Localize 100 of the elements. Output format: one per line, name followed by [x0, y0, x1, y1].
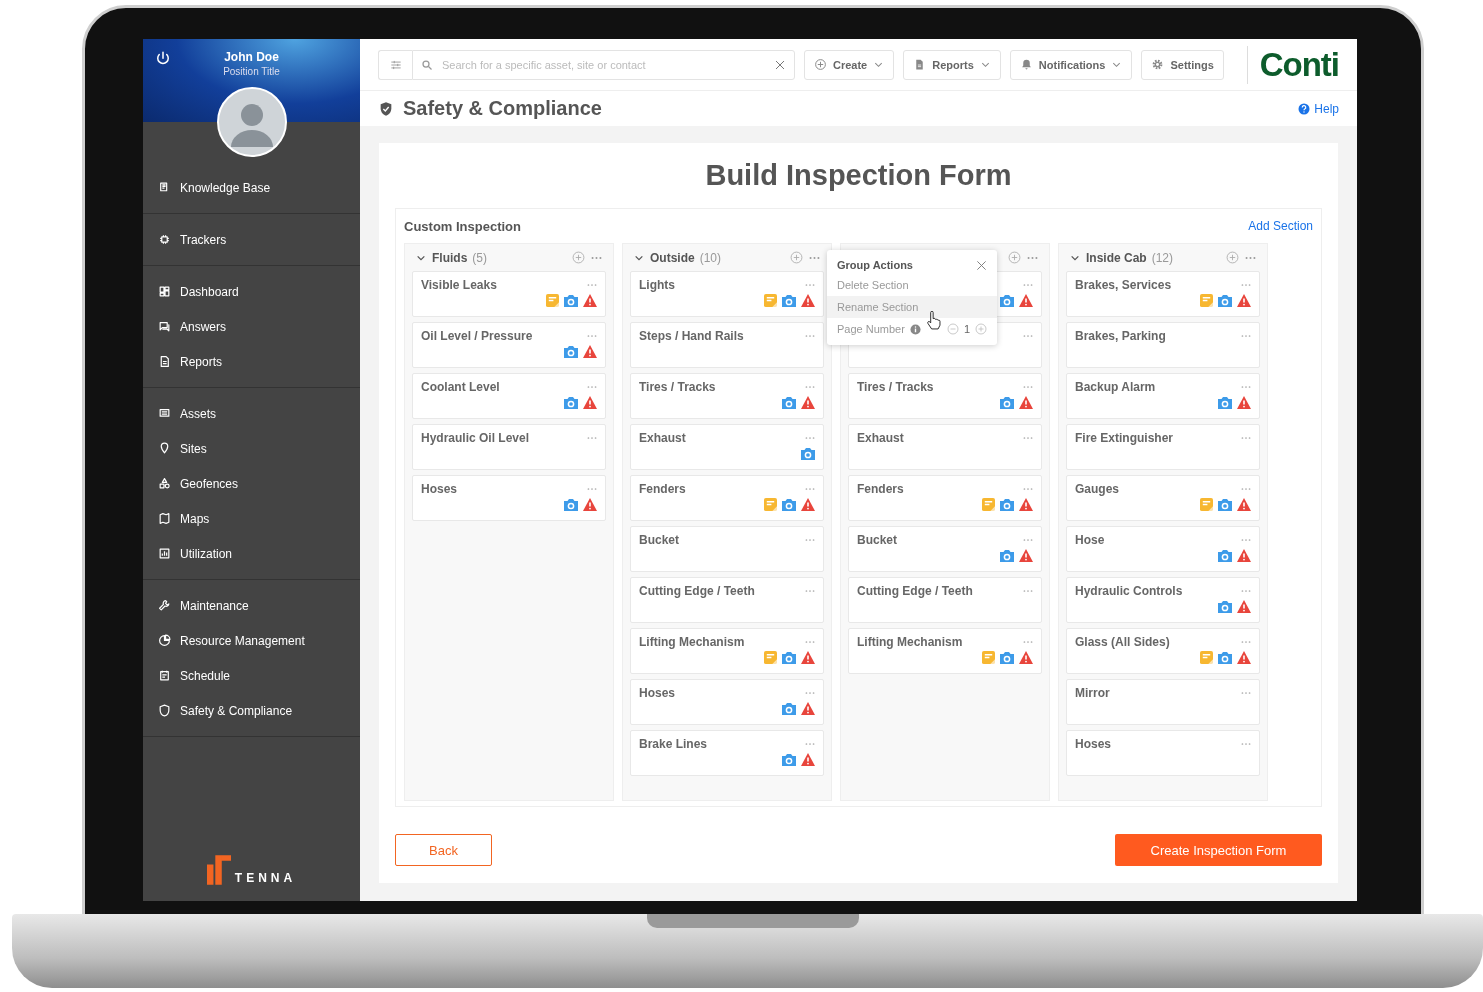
- more-icon[interactable]: [805, 487, 815, 491]
- inspection-item[interactable]: Brakes, Services: [1066, 271, 1260, 317]
- inspection-item[interactable]: Hydraulic Controls: [1066, 577, 1260, 623]
- nav-item[interactable]: Schedule: [143, 658, 360, 693]
- add-icon[interactable]: [790, 251, 803, 264]
- more-icon[interactable]: [1241, 385, 1251, 389]
- inspection-item[interactable]: Steps / Hand Rails: [630, 322, 824, 368]
- more-icon[interactable]: [1023, 589, 1033, 593]
- more-icon[interactable]: [805, 385, 815, 389]
- nav-item[interactable]: Geofences: [143, 466, 360, 501]
- inspection-item[interactable]: Fenders: [848, 475, 1042, 521]
- nav-item[interactable]: Dashboard: [143, 274, 360, 309]
- create-button[interactable]: Create Inspection Form: [1115, 834, 1322, 866]
- inspection-item[interactable]: Bucket: [630, 526, 824, 572]
- nav-item[interactable]: Assets: [143, 396, 360, 431]
- more-icon[interactable]: [1023, 334, 1033, 338]
- nav-item[interactable]: Trackers: [143, 222, 360, 257]
- more-icon[interactable]: [1027, 255, 1038, 260]
- more-icon[interactable]: [591, 255, 602, 260]
- inspection-item[interactable]: Hydraulic Oil Level: [412, 424, 606, 470]
- more-icon[interactable]: [1023, 487, 1033, 491]
- help-link[interactable]: Help: [1298, 101, 1339, 116]
- popup-action[interactable]: Delete Section: [827, 274, 997, 296]
- inspection-item[interactable]: Lifting Mechanism: [848, 628, 1042, 674]
- more-icon[interactable]: [805, 283, 815, 287]
- inspection-item[interactable]: Cutting Edge / Teeth: [848, 577, 1042, 623]
- nav-item[interactable]: Reports: [143, 344, 360, 379]
- inspection-item[interactable]: Lifting Mechanism: [630, 628, 824, 674]
- inspection-item[interactable]: Hoses: [1066, 730, 1260, 776]
- more-icon[interactable]: [805, 334, 815, 338]
- inspection-item[interactable]: Exhaust: [630, 424, 824, 470]
- inspection-item[interactable]: Exhaust: [848, 424, 1042, 470]
- inspection-item[interactable]: Glass (All Sides): [1066, 628, 1260, 674]
- more-icon[interactable]: [805, 742, 815, 746]
- more-icon[interactable]: [587, 385, 597, 389]
- clear-icon[interactable]: [774, 58, 786, 71]
- inspection-item[interactable]: Hoses: [630, 679, 824, 725]
- more-icon[interactable]: [1241, 436, 1251, 440]
- more-icon[interactable]: [1241, 640, 1251, 644]
- inspection-item[interactable]: Lights: [630, 271, 824, 317]
- more-icon[interactable]: [587, 436, 597, 440]
- back-button[interactable]: Back: [395, 834, 492, 866]
- filter-button[interactable]: [378, 49, 412, 80]
- more-icon[interactable]: [805, 640, 815, 644]
- more-icon[interactable]: [1023, 283, 1033, 287]
- inspection-item[interactable]: Hoses: [412, 475, 606, 521]
- more-icon[interactable]: [1241, 691, 1251, 695]
- inspection-item[interactable]: Backup Alarm: [1066, 373, 1260, 419]
- more-icon[interactable]: [1241, 487, 1251, 491]
- more-icon[interactable]: [1023, 538, 1033, 542]
- more-icon[interactable]: [1241, 283, 1251, 287]
- inspection-item[interactable]: Gauges: [1066, 475, 1260, 521]
- inspection-item[interactable]: Oil Level / Pressure: [412, 322, 606, 368]
- inspection-item[interactable]: Tires / Tracks: [848, 373, 1042, 419]
- more-icon[interactable]: [805, 538, 815, 542]
- more-icon[interactable]: [1023, 436, 1033, 440]
- nav-item[interactable]: Knowledge Base: [143, 170, 360, 205]
- more-icon[interactable]: [587, 487, 597, 491]
- inspection-item[interactable]: Fire Extinguisher: [1066, 424, 1260, 470]
- inspection-item[interactable]: Fenders: [630, 475, 824, 521]
- add-icon[interactable]: [1008, 251, 1021, 264]
- nav-item[interactable]: Utilization: [143, 536, 360, 571]
- toolbar-button[interactable]: Create: [804, 49, 895, 80]
- close-icon[interactable]: [976, 259, 987, 271]
- toolbar-button[interactable]: Settings: [1141, 49, 1224, 80]
- increment-icon[interactable]: [975, 323, 987, 335]
- inspection-item[interactable]: Coolant Level: [412, 373, 606, 419]
- more-icon[interactable]: [1023, 385, 1033, 389]
- more-icon[interactable]: [587, 334, 597, 338]
- decrement-icon[interactable]: [946, 323, 959, 335]
- inspection-item[interactable]: Tires / Tracks: [630, 373, 824, 419]
- more-icon[interactable]: [805, 436, 815, 440]
- more-icon[interactable]: [809, 255, 820, 260]
- more-icon[interactable]: [1023, 640, 1033, 644]
- add-section-link[interactable]: Add Section: [1248, 219, 1313, 233]
- nav-item[interactable]: Safety & Compliance: [143, 693, 360, 728]
- more-icon[interactable]: [587, 283, 597, 287]
- nav-item[interactable]: Sites: [143, 431, 360, 466]
- inspection-item[interactable]: Mirror: [1066, 679, 1260, 725]
- add-icon[interactable]: [572, 251, 585, 264]
- nav-item[interactable]: Maps: [143, 501, 360, 536]
- toolbar-button[interactable]: Notifications: [1009, 49, 1133, 80]
- inspection-item[interactable]: Bucket: [848, 526, 1042, 572]
- more-icon[interactable]: [1245, 255, 1256, 260]
- more-icon[interactable]: [805, 691, 815, 695]
- add-icon[interactable]: [1226, 251, 1239, 264]
- inspection-item[interactable]: Brakes, Parking: [1066, 322, 1260, 368]
- nav-item[interactable]: Resource Management: [143, 623, 360, 658]
- search-field[interactable]: Search for a specific asset, site or contact: [412, 49, 795, 80]
- inspection-item[interactable]: Hose: [1066, 526, 1260, 572]
- inspection-item[interactable]: Cutting Edge / Teeth: [630, 577, 824, 623]
- more-icon[interactable]: [1241, 742, 1251, 746]
- more-icon[interactable]: [1241, 538, 1251, 542]
- inspection-item[interactable]: Brake Lines: [630, 730, 824, 776]
- more-icon[interactable]: [1241, 589, 1251, 593]
- more-icon[interactable]: [805, 589, 815, 593]
- inspection-item[interactable]: Visible Leaks: [412, 271, 606, 317]
- more-icon[interactable]: [1241, 334, 1251, 338]
- nav-item[interactable]: Maintenance: [143, 588, 360, 623]
- nav-item[interactable]: Answers: [143, 309, 360, 344]
